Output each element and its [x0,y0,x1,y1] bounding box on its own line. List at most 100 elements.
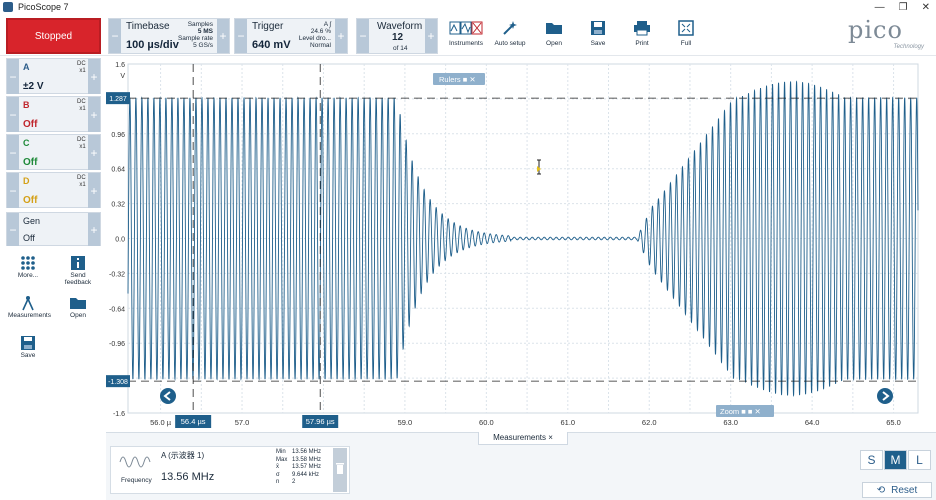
instruments-button[interactable]: Instruments [447,18,485,54]
rising-edge-icon: ʃ [329,21,331,28]
restore-button[interactable]: ❐ [899,2,908,13]
channel-coupling[interactable]: DC [77,137,86,144]
channel-plus-button[interactable]: + [88,135,100,170]
y-tick-label: 0.32 [111,202,125,209]
more-button[interactable]: More... [8,254,48,279]
measurement-type: Frequency [121,477,152,484]
channel-minus-button[interactable]: − [7,59,19,94]
channel-minus-button[interactable]: − [7,173,19,208]
channel-coupling[interactable]: DC [77,175,86,182]
stat-row: Min 13.56 MHz [276,449,321,457]
print-button[interactable]: Print [623,18,661,54]
x-tick-label: 62.0 [642,418,657,427]
reset-label: Reset [891,484,918,496]
info-icon [71,256,85,270]
scope-view[interactable]: 1.6 0.96 0.64 0.32 0.0 -0.32 -0.64 -0.96 -1.6 V 56… [106,56,926,434]
rulers-label: Rulers ■ ✕ [439,75,476,84]
y-tick-label: 1.6 [115,62,125,69]
timebase-value[interactable]: 100 µs/div [126,39,179,51]
measurement-row[interactable]: Frequency A (示波器 1) 13.56 MHz Min 13.56 M… [110,446,350,494]
size-l-button[interactable]: L [908,450,931,470]
stat-key: n [276,479,280,485]
logo-text: pico [848,16,903,44]
trigger-channel: A [323,21,328,28]
channel-plus-button[interactable]: + [88,97,100,132]
gen-minus-button[interactable]: − [7,213,19,246]
y-tick-label: -0.32 [109,271,125,278]
measurements-tab[interactable]: Measurements × [478,432,568,445]
reset-button[interactable]: ⟲ Reset [862,482,932,498]
gen-plus-button[interactable]: + [88,213,100,246]
send-feedback-button[interactable]: Send feedback [58,254,98,286]
left-open-button[interactable]: Open [58,294,98,319]
timebase-label: Timebase [126,21,170,32]
channel-coupling[interactable]: DC [77,61,86,68]
save-label: Save [590,40,606,47]
save-icon [21,336,35,350]
channel-range[interactable]: Off [23,157,37,168]
auto-setup-button[interactable]: Auto setup [491,18,529,54]
waveform-number[interactable]: 12 [392,32,403,43]
trigger-minus-button[interactable]: − [235,19,247,53]
full-label: Full [680,40,692,47]
fullscreen-icon [678,20,694,36]
left-save-label: Save [20,352,36,359]
sample-rate-value[interactable]: 5 GS/s [178,42,213,49]
channel-probe[interactable]: x1 [77,68,85,75]
full-screen-button[interactable]: Full [667,18,705,54]
channel-probe[interactable]: x1 [77,144,85,151]
open-button[interactable]: Open [535,18,573,54]
print-label: Print [635,40,649,47]
gen-name: Gen [23,216,41,226]
channel-minus-button[interactable]: − [7,135,19,170]
oscilloscope-plot[interactable]: 1.6 0.96 0.64 0.32 0.0 -0.32 -0.64 -0.96 -1.6 V 56… [106,56,926,434]
trigger-level-label: Level dro... [298,35,331,42]
channel-probe[interactable]: x1 [77,182,85,189]
scroll-right-button[interactable] [877,388,893,404]
gen-state[interactable]: Off [23,233,35,243]
timebase-control: − Timebase 100 µs/div Samples 5 MS Sampl… [108,18,230,54]
run-stop-button[interactable]: Stopped [6,18,101,54]
channel-probe[interactable]: x1 [77,106,85,113]
channel-plus-button[interactable]: + [88,59,100,94]
left-save-button[interactable]: Save [8,334,48,359]
measurements-tab-label: Measurements [493,433,546,442]
y-tick-label: -0.96 [109,341,125,348]
instruments-icon [449,21,483,35]
channel-range[interactable]: Off [23,195,37,206]
size-m-button[interactable]: M [884,450,907,470]
channel-c-control: − C DC x1 Off + [6,134,101,170]
channel-coupling[interactable]: DC [77,99,86,106]
size-s-button[interactable]: S [860,450,883,470]
timebase-plus-button[interactable]: + [217,19,229,53]
close-button[interactable]: ✕ [922,2,930,13]
channel-b-control: − B DC x1 Off + [6,96,101,132]
ruler-bottom-label: -1.308 [108,379,128,386]
minimize-button[interactable]: — [875,2,885,13]
waveform-control: − Waveform 12 of 14 + [356,18,438,54]
folder-icon [70,298,86,309]
ruler-top-label: 1.287 [109,96,127,103]
save-button[interactable]: Save [579,18,617,54]
waveform-plus-button[interactable]: + [425,19,437,53]
stat-row: n2 [276,479,321,487]
channel-range[interactable]: ±2 V [23,81,44,92]
channel-plus-button[interactable]: + [88,173,100,208]
close-icon[interactable]: × [548,433,553,442]
samples-value[interactable]: 5 MS [178,28,213,35]
window-title: PicoScope 7 [18,2,69,12]
delete-measurement-button[interactable] [333,448,347,492]
time-ruler-right-label: 57.96 µs [306,417,335,426]
stat-key: Max [276,456,288,463]
channel-minus-button[interactable]: − [7,97,19,132]
trigger-plus-button[interactable]: + [335,19,347,53]
channel-range[interactable]: Off [23,119,37,130]
scroll-left-button[interactable] [160,388,176,404]
timebase-minus-button[interactable]: − [109,19,121,53]
trigger-mode[interactable]: Normal [299,42,331,49]
waveform-minus-button[interactable]: − [357,19,369,53]
measurements-button[interactable]: Measurements [8,294,51,319]
history-icon: ⟲ [876,484,886,496]
stat-value: 13.56 MHz [292,449,322,455]
trigger-level-value[interactable]: 640 mV [252,39,291,51]
